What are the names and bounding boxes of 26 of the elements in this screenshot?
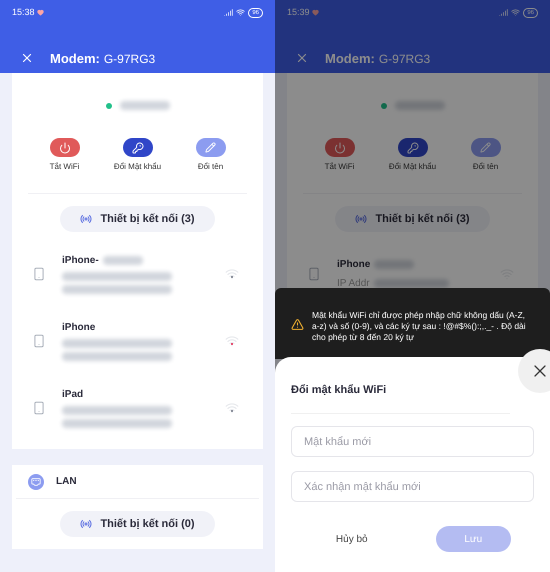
dialog-title: Đổi mật khẩu WiFi [291, 384, 386, 396]
device-name: iPhone [62, 321, 96, 335]
status-time: 15:38 [12, 6, 35, 19]
header-title: Modem: [50, 50, 100, 68]
device-name: iPad [62, 388, 84, 402]
password-field[interactable]: Xác nhận mật khẩu mới [291, 471, 534, 502]
connected-devices-button[interactable]: Thiết bị kết nối (3) [60, 206, 215, 232]
connected-devices-button[interactable]: Thiết bị kết nối (0) [60, 511, 215, 537]
action-label: Đổi Mật khẩu [114, 161, 162, 173]
status-time: 15:39 [287, 6, 310, 19]
lan-title: LAN [56, 475, 77, 489]
action-label: Đổi Mật khẩu [388, 161, 436, 173]
action-label: Đổi tên [472, 161, 498, 173]
device-name: iPhone [337, 258, 370, 272]
cancel-button[interactable]: Hủy bỏ [336, 532, 368, 546]
action-label: Tắt WiFi [324, 161, 354, 173]
action-label: Đổi tên [198, 161, 224, 173]
warning-text: Mật khẩu WiFi chỉ được phép nhập chữ không dấu (A-Z, a-z) và số (0-9), và các ký tự sau : !@#$%():;,._- . Độ dài cho phép từ 8 đến 20 ký tự [312, 310, 527, 343]
action-label: Tắt WiFi [50, 161, 80, 173]
modem-model: G-97RG3 [104, 50, 156, 68]
connected-devices-button[interactable]: Thiết bị kết nối (3) [335, 206, 490, 232]
modem-model: G-97RG3 [378, 50, 430, 68]
password-field[interactable]: Mật khẩu mới [291, 426, 534, 457]
header-title: Modem: [325, 50, 375, 68]
device-name: iPhone- [62, 254, 99, 268]
device-detail: IP Addr [337, 276, 370, 290]
